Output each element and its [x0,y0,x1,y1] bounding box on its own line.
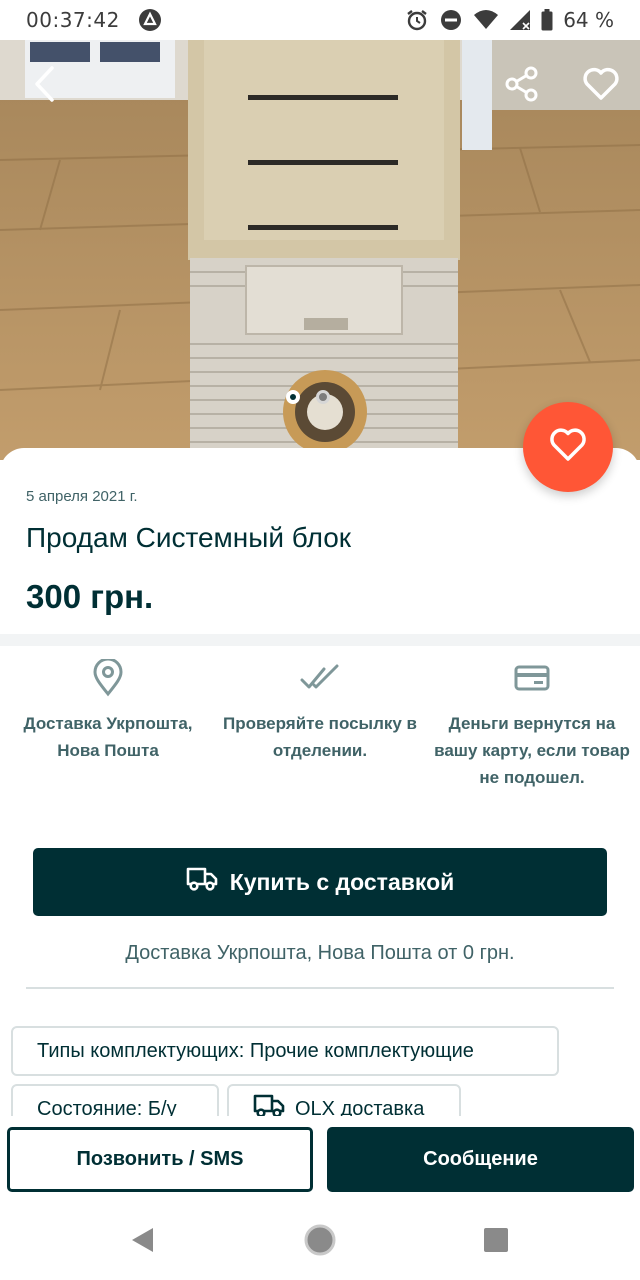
feature-delivery-text: Доставка Укрпошта, Нова Пошта [23,714,193,760]
message-button[interactable]: Сообщение [327,1127,634,1192]
tag-olx-delivery[interactable]: OLX доставка [227,1084,461,1116]
system-recents-button[interactable] [476,1222,516,1262]
back-arrow-icon [32,65,60,108]
listing-date: 5 апреля 2021 г. [26,488,138,505]
tag-condition[interactable]: Состояние: Б/у [11,1084,219,1116]
truck-icon [186,866,230,898]
truck-icon [253,1093,295,1116]
status-time: 00:37:42 [26,8,120,32]
location-pin-icon [92,657,124,702]
share-button[interactable] [500,64,544,108]
tag-component-type[interactable]: Типы комплектующих: Прочие комплектующие [11,1026,559,1076]
battery-icon [541,9,553,31]
buy-with-delivery-label: Купить с доставкой [229,868,455,895]
wifi-icon [473,9,499,31]
credit-card-icon [514,664,550,697]
listing-price: 300 грн. [26,578,154,615]
parameter-tags: Типы комплектующих: Прочие комплектующие… [0,1000,640,1116]
delivery-cost-note: Доставка Укрпошта, Нова Пошта от 0 грн. [125,942,515,964]
call-sms-label: Позвонить / SMS [76,1148,244,1170]
home-circle-icon [303,1223,337,1262]
square-recents-icon [483,1227,509,1258]
signal-icon [509,9,531,31]
feature-check-parcel-text: Проверяйте посылку в отделении. [222,714,418,760]
system-navigation-bar [0,1200,640,1280]
feature-refund: Деньги вернутся на вашу карту, если това… [432,660,632,791]
pagination-dot-active[interactable] [286,390,300,404]
share-icon [504,66,540,107]
divider-line [26,987,614,989]
photo-pagination [286,390,330,404]
system-home-button[interactable] [300,1222,340,1262]
heart-icon [548,427,588,468]
buy-with-delivery-button[interactable]: Купить с доставкой [33,848,607,916]
nav-app-icon [138,8,162,32]
double-check-icon [300,664,340,697]
alarm-icon [405,8,429,32]
heart-outline-icon [582,67,620,106]
triangle-back-icon [129,1226,155,1259]
back-button[interactable] [24,64,68,108]
status-bar: 00:37:42 64 % [0,0,640,40]
tag-condition-label: Состояние: Б/у [37,1097,177,1117]
feature-delivery: Доставка Укрпошта, Нова Пошта [8,657,208,764]
call-sms-button[interactable]: Позвонить / SMS [7,1127,313,1192]
pagination-dot[interactable] [316,390,330,404]
tag-component-type-label: Типы комплектующих: Прочие комплектующие [37,1039,474,1062]
listing-title: Продам Системный блок [26,522,352,553]
system-back-button[interactable] [122,1222,162,1262]
section-divider [0,634,640,646]
feature-refund-text: Деньги вернутся на вашу карту, если това… [434,714,630,787]
favorite-button-top[interactable] [579,64,623,108]
favorite-fab-button[interactable] [523,402,613,492]
do-not-disturb-icon [439,8,463,32]
battery-level: 64 % [563,8,614,32]
listing-photo[interactable] [0,40,640,460]
feature-check-parcel: Проверяйте посылку в отделении. [220,660,420,764]
tag-olx-delivery-label: OLX доставка [295,1097,425,1117]
message-label: Сообщение [423,1148,538,1170]
